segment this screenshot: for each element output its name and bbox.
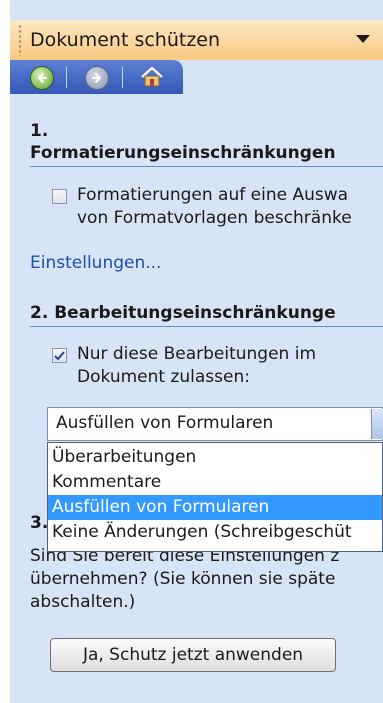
edit-type-combobox-value: Ausfüllen von Formularen [56,413,274,433]
settings-link[interactable]: Einstellungen... [30,252,161,274]
dropdown-option-filling-forms[interactable]: Ausfüllen von Formularen [48,495,382,520]
pane-grip-handle[interactable] [18,24,22,56]
back-arrow-icon[interactable] [30,66,54,90]
section1-divider [30,166,383,167]
edit-type-dropdown-list: Überarbeitungen Kommentare Ausfüllen von… [47,442,383,552]
restrict-formatting-label-line1: Formatierungen auf eine Auswa [77,185,349,205]
pane-navigation-bar [10,60,183,94]
restrict-formatting-checkbox[interactable] [52,189,67,204]
allow-only-edits-label-line1: Nur diese Bearbeitungen im [77,344,317,364]
protect-document-pane: Dokument schützen 1. Formatierungseinsch… [10,0,383,703]
forward-arrow-icon[interactable] [85,66,109,90]
nav-separator [66,67,67,88]
section1-heading: Formatierungseinschränkungen [30,143,336,163]
nav-separator [122,67,123,88]
pane-header[interactable]: Dokument schützen [10,20,383,60]
dropdown-option-track-changes[interactable]: Überarbeitungen [48,445,382,470]
restrict-formatting-label-line2: von Formatvorlagen beschränke [77,208,352,228]
checkmark-icon [54,351,65,361]
chevron-down-icon[interactable] [371,409,383,439]
section3-number: 3. [30,513,49,533]
section3-text-line3: abschalten.) [30,592,136,612]
pane-title: Dokument schützen [30,29,221,51]
section3-text-line2: übernehmen? (Sie können sie späte [30,569,336,589]
apply-protection-button[interactable]: Ja, Schutz jetzt anwenden [50,638,336,672]
dropdown-option-no-changes[interactable]: Keine Änderungen (Schreibgeschüt [48,520,382,545]
pane-content: 1. Formatierungseinschränkungen Formatie… [10,94,383,703]
section1-number: 1. [30,121,49,141]
section2-divider [30,326,383,327]
home-icon[interactable] [140,65,164,89]
section2-heading: 2. Bearbeitungseinschränkunge [30,303,336,323]
allow-only-edits-checkbox[interactable] [52,348,67,363]
allow-only-edits-label-line2: Dokument zulassen: [77,367,250,387]
dropdown-option-comments[interactable]: Kommentare [48,470,382,495]
edit-type-combobox[interactable]: Ausfüllen von Formularen [47,407,383,441]
pane-menu-dropdown-icon[interactable] [356,35,370,43]
